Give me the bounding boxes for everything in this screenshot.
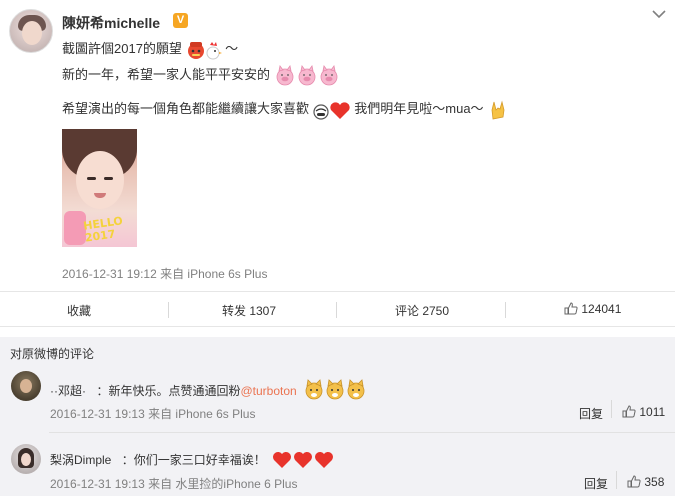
- like-button[interactable]: 124041: [564, 302, 621, 316]
- kiss-and-heart-emoji-icon: [313, 101, 350, 120]
- comment-meta: 2016-12-31 19:13 来自 iPhone 6s Plus: [50, 405, 255, 422]
- comments-section-title: 对原微博的评论: [10, 347, 95, 361]
- comment-item: 梨涡Dimple ：你们一家三口好幸福诶！: [50, 450, 336, 470]
- commenter-avatar[interactable]: [11, 371, 41, 401]
- heart-emoji-icon: [273, 452, 334, 468]
- post-line-3: 希望演出的每一個角色都能繼續讓大家喜歡 我們明年見啦～mua～: [62, 98, 509, 121]
- photo-eye: [104, 177, 113, 180]
- commenter-avatar[interactable]: [11, 444, 41, 474]
- verified-v-icon: V: [173, 13, 188, 28]
- action-bar: 收藏 转发 1307 评论 2750 124041: [0, 291, 675, 327]
- like-count: 124041: [581, 302, 622, 316]
- comment-source: 来自 iPhone 6s Plus: [148, 407, 256, 421]
- comment-divider: [49, 432, 675, 433]
- comment-source: 来自 水里捡的iPhone 6 Plus: [148, 477, 298, 491]
- post-meta: 2016-12-31 19:12 来自 iPhone 6s Plus: [62, 265, 267, 282]
- favorite-button[interactable]: 收藏: [67, 302, 91, 319]
- reply-button[interactable]: 回复: [584, 475, 608, 492]
- fortune-god-and-rooster-emoji-icon: [187, 41, 222, 60]
- comment-like-button[interactable]: 1011: [622, 405, 665, 419]
- comment-timestamp: 2016-12-31 19:13: [50, 407, 145, 421]
- divider: [168, 302, 169, 318]
- photo-face: [76, 151, 124, 209]
- post-photo[interactable]: HELLO 2017: [62, 129, 137, 247]
- divider: [616, 471, 617, 489]
- thumbs-up-icon: [622, 405, 636, 418]
- thumbs-up-icon: [627, 475, 641, 488]
- divider: [336, 302, 337, 318]
- comment-like-count: 1011: [639, 405, 666, 419]
- repost-button[interactable]: 转发 1307: [222, 302, 276, 319]
- post-line-2: 新的一年，希望一家人能平平安安的: [62, 64, 340, 87]
- divider: [611, 400, 612, 418]
- comment-like-button[interactable]: 358: [627, 475, 664, 489]
- commenter-name[interactable]: ··邓超·: [50, 384, 86, 398]
- post-timestamp[interactable]: 2016-12-31 19:12: [62, 267, 157, 281]
- reply-button[interactable]: 回复: [579, 405, 603, 422]
- comment-meta: 2016-12-31 19:13 来自 水里捡的iPhone 6 Plus: [50, 475, 297, 492]
- comment-item: ··邓超· ：新年快乐。点赞通通回粉@turboton: [50, 379, 366, 401]
- author-name[interactable]: 陳妍希michelle: [62, 13, 160, 33]
- post-line-1-text: 截圖許個2017的願望: [62, 41, 182, 56]
- doge-emoji-icon: [305, 379, 365, 400]
- comment-mention-link[interactable]: @turboton: [240, 384, 296, 398]
- post-source: 来自 iPhone 6s Plus: [160, 267, 268, 281]
- avatar-face: [22, 21, 42, 45]
- post-line-3-text: 希望演出的每一個角色都能繼續讓大家喜歡: [62, 101, 310, 116]
- comment-text: ：你们一家三口好幸福诶！: [121, 453, 266, 467]
- chevron-down-icon[interactable]: [651, 8, 667, 20]
- thumbs-up-icon: [564, 302, 578, 315]
- comment-timestamp: 2016-12-31 19:13: [50, 477, 145, 491]
- author-avatar[interactable]: [9, 9, 53, 53]
- comment-text: ：新年快乐。点赞通通回粉: [96, 384, 241, 398]
- post-line-2-text: 新的一年，希望一家人能平平安安的: [62, 67, 271, 82]
- photo-eye: [87, 177, 96, 180]
- photo-sticker-text: HELLO 2017: [82, 214, 124, 245]
- post-line-1: 截圖許個2017的願望 ～: [62, 38, 238, 61]
- post-line-1-tail: ～: [225, 41, 239, 56]
- divider: [505, 302, 506, 318]
- comment-like-count: 358: [644, 475, 665, 489]
- post-line-3-tail: 我們明年見啦～mua～: [354, 101, 484, 116]
- commenter-name[interactable]: 梨涡Dimple: [50, 453, 111, 467]
- comment-button[interactable]: 评论 2750: [395, 302, 449, 319]
- pig-emoji-icon: [276, 64, 338, 85]
- rock-hand-emoji-icon: [491, 100, 505, 120]
